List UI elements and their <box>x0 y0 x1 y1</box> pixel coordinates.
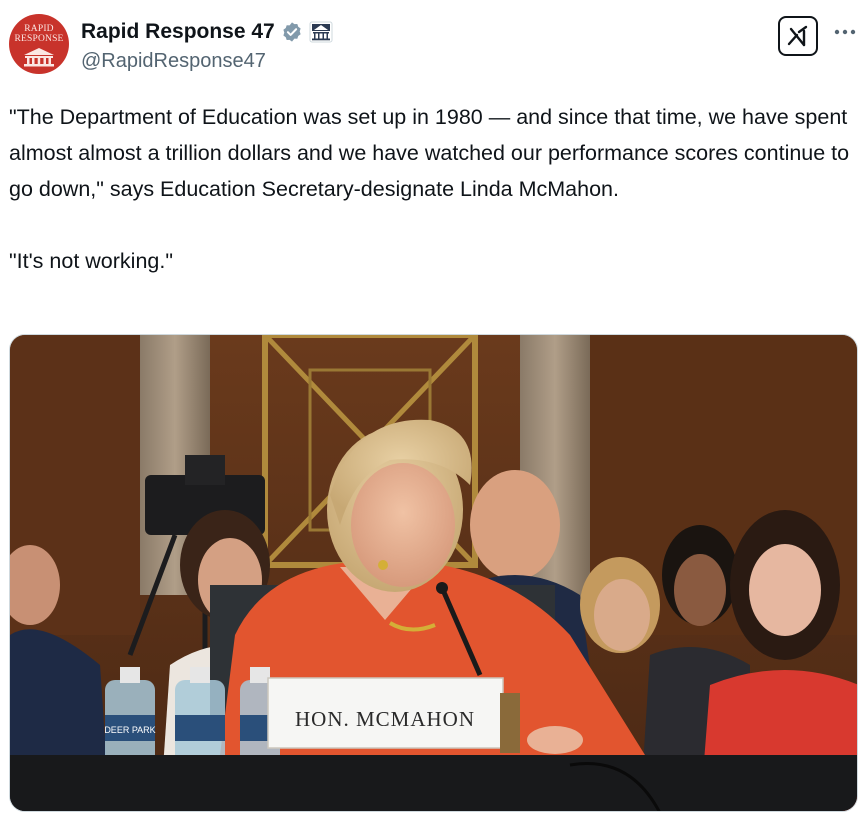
nameplate-text: HON. MCMAHON <box>295 707 475 731</box>
author-handle[interactable]: @RapidResponse47 <box>81 50 266 73</box>
avatar[interactable]: RAPID RESPONSE <box>9 14 69 74</box>
bottle-label-1: DEER PARK <box>104 725 155 735</box>
capitol-logo-icon <box>24 48 54 67</box>
more-options-icon[interactable] <box>832 22 858 42</box>
tweet-video[interactable]: DEER PARK HON. MCMAHON <box>9 334 858 812</box>
author-name[interactable]: Rapid Response 47 <box>81 20 275 44</box>
grok-icon <box>787 25 808 47</box>
tweet-header: RAPID RESPONSE Rapid Response 47 @RapidR… <box>9 14 858 78</box>
avatar-text-2: RESPONSE <box>14 34 64 44</box>
verified-badge-icon[interactable] <box>281 21 303 43</box>
video-frame: DEER PARK HON. MCMAHON <box>10 335 857 811</box>
grok-button[interactable] <box>778 16 818 56</box>
tweet-text: "The Department of Education was set up … <box>9 105 850 273</box>
author-row: Rapid Response 47 <box>81 19 333 45</box>
avatar-text-1: RAPID <box>24 24 54 34</box>
water-bottle-2 <box>175 667 225 770</box>
water-bottle-1 <box>105 667 155 770</box>
government-building-icon[interactable] <box>309 21 333 43</box>
